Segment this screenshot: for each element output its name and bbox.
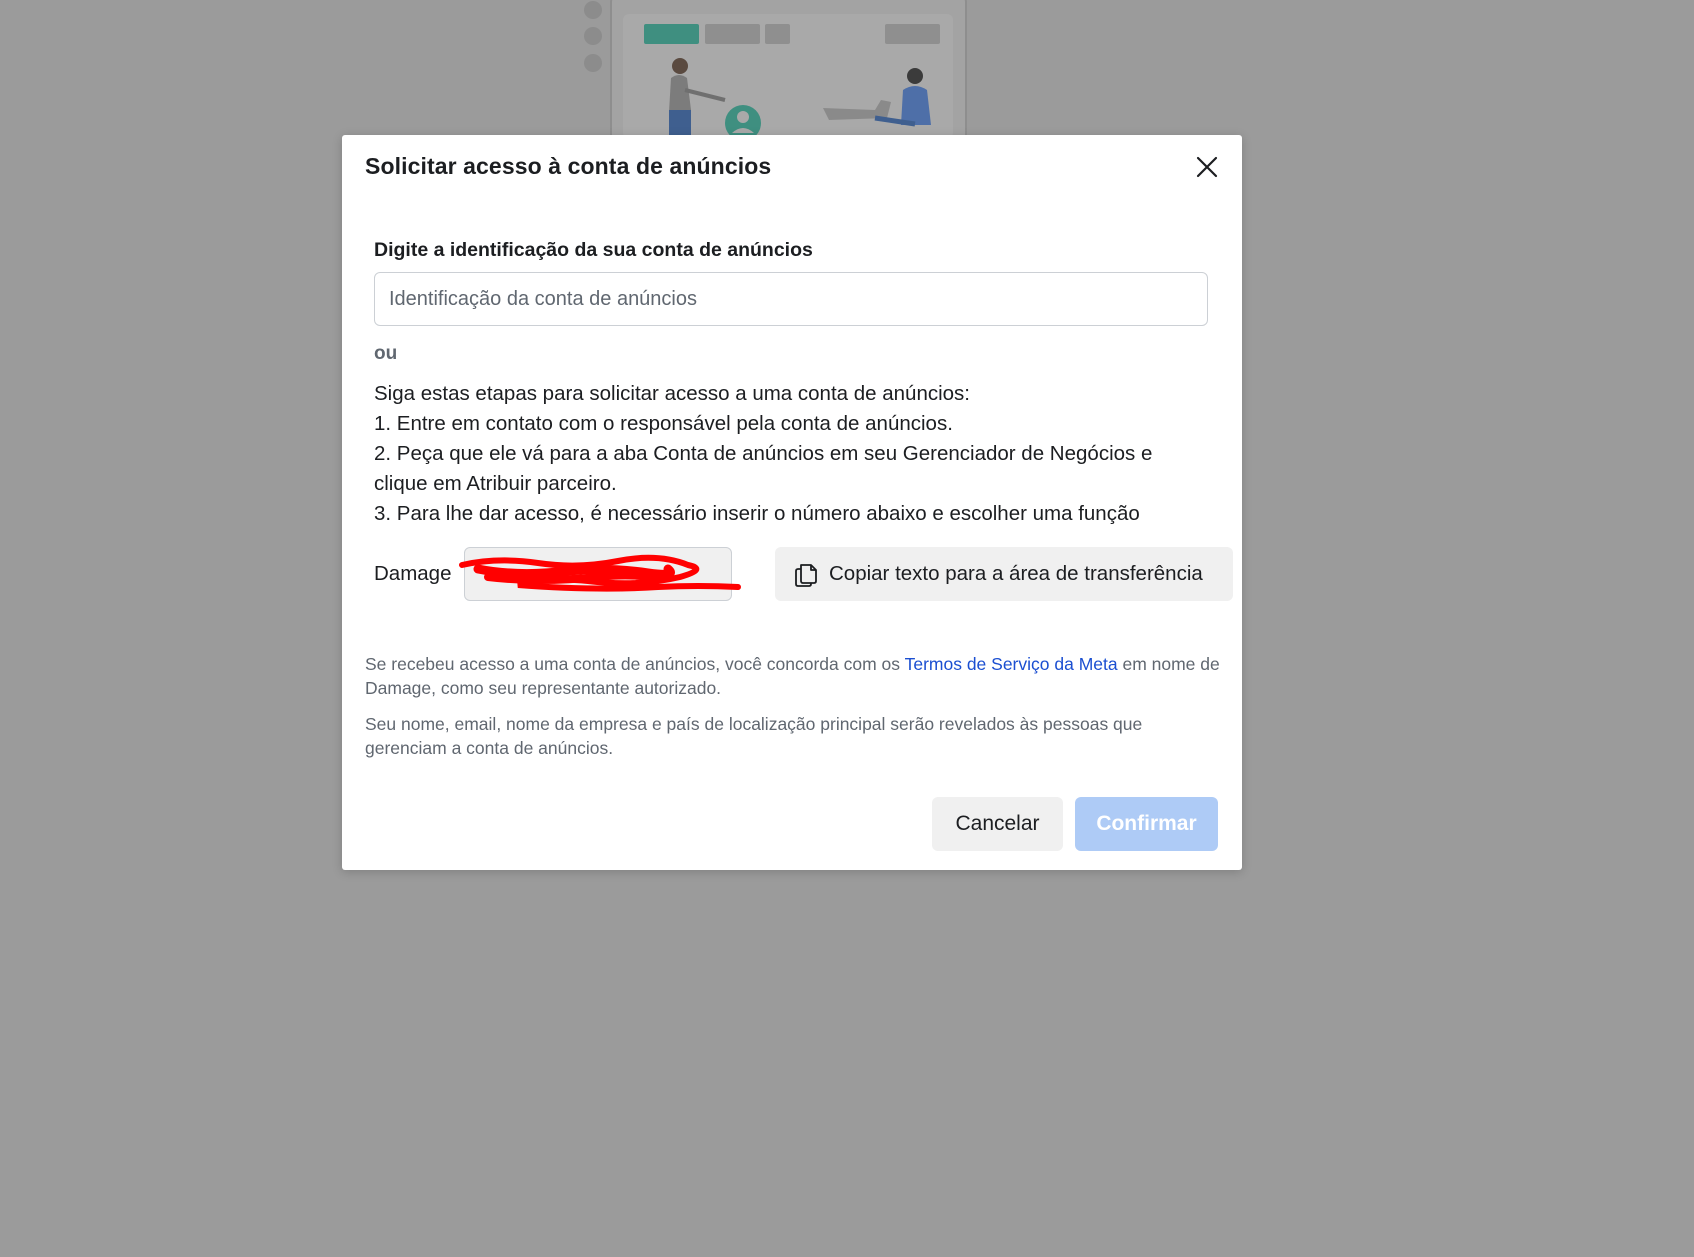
close-icon: [1196, 156, 1218, 178]
meta-terms-link[interactable]: Termos de Serviço da Meta: [905, 654, 1118, 674]
or-separator: ou: [374, 343, 398, 364]
privacy-notice: Seu nome, email, nome da empresa e país …: [365, 714, 1143, 758]
instruction-step-1: 1. Entre em contato com o responsável pe…: [374, 412, 953, 435]
copy-icon: [795, 564, 817, 587]
background-illustration: [575, 0, 970, 145]
legal-notice: Se recebeu acesso a uma conta de anúncio…: [365, 652, 1225, 772]
copy-to-clipboard-button[interactable]: Copiar texto para a área de transferênci…: [775, 547, 1233, 601]
ad-account-illustration: [575, 0, 970, 145]
business-id-field[interactable]: [464, 547, 732, 601]
instruction-step-3: 3. Para lhe dar acesso, é necessário ins…: [374, 502, 1140, 525]
ad-account-id-label: Digite a identificação da sua conta de a…: [374, 239, 813, 261]
copy-button-label: Copiar texto para a área de transferênci…: [829, 562, 1203, 585]
terms-notice-text: Se recebeu acesso a uma conta de anúncio…: [365, 654, 905, 674]
business-id-row: Damage Copiar texto para a área de trans…: [374, 547, 1233, 601]
cancel-button[interactable]: Cancelar: [932, 797, 1063, 851]
confirm-button[interactable]: Confirmar: [1075, 797, 1218, 851]
instruction-step-2-continued: clique em Atribuir parceiro.: [374, 472, 617, 495]
instructions-intro: Siga estas etapas para solicitar acesso …: [374, 382, 970, 405]
business-name: Damage: [374, 562, 452, 585]
ad-account-id-input[interactable]: [374, 272, 1208, 326]
request-ad-account-access-dialog: Solicitar acesso à conta de anúncios Dig…: [342, 135, 1242, 870]
instructions: Siga estas etapas para solicitar acesso …: [374, 379, 1224, 529]
close-button[interactable]: [1191, 151, 1223, 183]
dialog-title: Solicitar acesso à conta de anúncios: [365, 153, 772, 179]
instruction-step-2: 2. Peça que ele vá para a aba Conta de a…: [374, 442, 1153, 465]
terms-notice: Se recebeu acesso a uma conta de anúncio…: [365, 652, 1225, 700]
